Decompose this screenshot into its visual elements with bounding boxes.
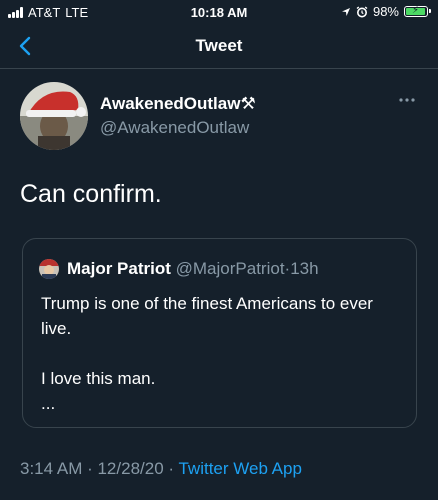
quote-text: Trump is one of the finest Americans to … [41,291,406,416]
status-bar: AT&T LTE 10:18 AM 98% ⚡ [0,0,438,24]
source-link[interactable]: Twitter Web App [178,459,301,478]
quote-line-1: Trump is one of the finest Americans to … [41,294,373,338]
nav-bar: Tweet [0,24,438,69]
quote-ellipsis: ... [41,394,56,413]
location-arrow-icon [341,7,350,16]
page-title: Tweet [195,36,243,55]
quote-age: 13h [290,259,319,278]
tweet-timestamp: 3:14 AM · 12/28/20 [20,459,164,478]
quote-display-name: Major Patriot [67,259,171,278]
more-horizontal-icon[interactable] [398,96,416,104]
battery-percent: 98% [372,4,399,19]
display-name[interactable]: AwakenedOutlaw⚒ [100,94,256,114]
hammer-pick-icon: ⚒ [240,94,256,113]
quote-username: @MajorPatriot [175,259,285,278]
bolt-icon: ⚡ [412,5,420,16]
quoted-tweet[interactable]: Major Patriot @MajorPatriot·13h Trump is… [22,238,417,428]
quote-avatar [39,259,59,279]
tweet-text: Can confirm. [20,180,162,208]
battery-charging-icon: ⚡ [404,5,431,17]
username[interactable]: @AwakenedOutlaw [100,118,249,138]
avatar[interactable] [20,82,88,150]
meta-separator: · [163,459,179,478]
tweet-meta: 3:14 AM · 12/28/20 · Twitter Web App [20,459,302,479]
quote-line-2: I love this man. [41,369,156,388]
display-name-text: AwakenedOutlaw [100,94,241,113]
alarm-icon [356,5,368,17]
status-right: 98% ⚡ [341,4,431,19]
quote-header: Major Patriot @MajorPatriot·13h [67,259,319,279]
